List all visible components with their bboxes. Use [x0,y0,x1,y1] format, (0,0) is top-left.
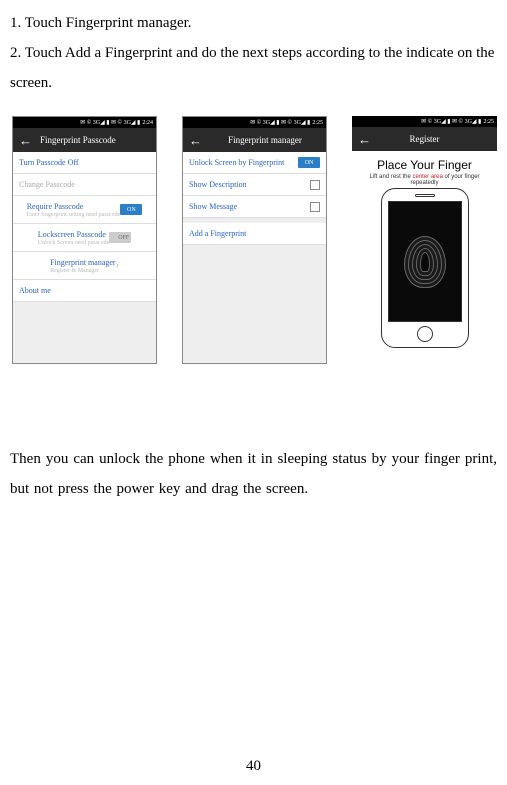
item-add-fingerprint[interactable]: Add a Fingerprint [183,223,326,245]
checkbox[interactable] [310,180,320,190]
item-label: Change Passcode [19,180,75,189]
status-icons: ✉ © 3G◢ ▮ ✉ © 3G◢ ▮ [250,119,310,126]
screenshot-fingerprint-passcode: ✉ © 3G◢ ▮ ✉ © 3G◢ ▮ 2:24 ← Fingerprint P… [12,116,157,364]
item-label: Show Message [189,202,237,211]
screenshot-row: ✉ © 3G◢ ▮ ✉ © 3G◢ ▮ 2:24 ← Fingerprint P… [10,116,497,364]
item-turn-passcode-off[interactable]: Turn Passcode Off [13,152,156,174]
item-label: About me [19,286,51,295]
status-icons: ✉ © 3G◢ ▮ ✉ © 3G◢ ▮ [421,118,481,125]
item-sublabel: Unlock Screen need passcode [38,240,109,246]
item-fingerprint-manager[interactable]: Fingerprint manager Register & Manager › [13,252,156,280]
screenshot-register: ✉ © 3G◢ ▮ ✉ © 3G◢ ▮ 2:25 ← Register Plac… [352,116,497,364]
back-icon[interactable]: ← [358,133,371,146]
checkbox[interactable] [310,202,320,212]
app-bar: ← Fingerprint manager [183,128,326,152]
status-bar: ✉ © 3G◢ ▮ ✉ © 3G◢ ▮ 2:24 [13,117,156,128]
back-icon[interactable]: ← [189,134,202,147]
device-outline-illustration [381,188,469,348]
register-hint: Lift and rest the center area of your fi… [360,174,489,186]
speaker-icon [415,194,435,197]
item-label: Show Description [189,180,247,189]
instruction-line-2: 2. Touch Add a Fingerprint and do the ne… [10,38,497,98]
screen-title: Register [410,134,440,144]
item-label: Require Passcode [27,202,121,211]
instruction-line-1: 1. Touch Fingerprint manager. [10,8,497,38]
item-label: Fingerprint manager [50,258,116,267]
screen-title: Fingerprint manager [228,135,302,145]
settings-list: Unlock Screen by Fingerprint ON Show Des… [183,152,326,363]
item-lockscreen-passcode[interactable]: Lockscreen Passcode Unlock Screen need p… [13,224,156,252]
item-label: Add a Fingerprint [189,229,246,238]
body-paragraph: Then you can unlock the phone when it in… [10,444,497,504]
register-heading: Place Your Finger [377,158,472,172]
status-icons: ✉ © 3G◢ ▮ ✉ © 3G◢ ▮ [80,119,140,126]
item-label: Unlock Screen by Fingerprint [189,158,284,167]
chevron-right-icon: › [116,260,119,271]
toggle-on[interactable]: ON [298,157,320,168]
app-bar: ← Fingerprint Passcode [13,128,156,152]
fingerprint-icon [404,236,446,288]
back-icon[interactable]: ← [19,134,32,147]
status-time: 2:25 [312,120,323,126]
status-bar: ✉ © 3G◢ ▮ ✉ © 3G◢ ▮ 2:25 [352,116,497,127]
settings-list: Turn Passcode Off Change Passcode Requir… [13,152,156,363]
item-label: Turn Passcode Off [19,158,79,167]
toggle-on[interactable]: ON [120,204,142,215]
item-sublabel: Enter fingerprint setting need passcode [27,212,121,218]
item-about-me[interactable]: About me [13,280,156,302]
status-bar: ✉ © 3G◢ ▮ ✉ © 3G◢ ▮ 2:25 [183,117,326,128]
screen-title: Fingerprint Passcode [40,135,116,145]
screenshot-fingerprint-manager: ✉ © 3G◢ ▮ ✉ © 3G◢ ▮ 2:25 ← Fingerprint m… [182,116,327,364]
instructions-block: 1. Touch Fingerprint manager. 2. Touch A… [10,8,497,98]
toggle-off[interactable]: OFF [109,232,131,243]
status-time: 2:25 [483,119,494,125]
device-screen [388,201,462,322]
home-button-icon [417,326,433,342]
item-label: Lockscreen Passcode [38,230,109,239]
body-text: Then you can unlock the phone when it in… [10,444,497,504]
register-body: Place Your Finger Lift and rest the cent… [352,151,497,364]
item-require-passcode[interactable]: Require Passcode Enter fingerprint setti… [13,196,156,224]
item-unlock-by-fingerprint[interactable]: Unlock Screen by Fingerprint ON [183,152,326,174]
item-sublabel: Register & Manager [50,268,116,274]
item-show-message[interactable]: Show Message [183,196,326,218]
app-bar: ← Register [352,127,497,151]
item-change-passcode[interactable]: Change Passcode [13,174,156,196]
page-number: 40 [0,758,507,775]
status-time: 2:24 [142,120,153,126]
item-show-description[interactable]: Show Description [183,174,326,196]
